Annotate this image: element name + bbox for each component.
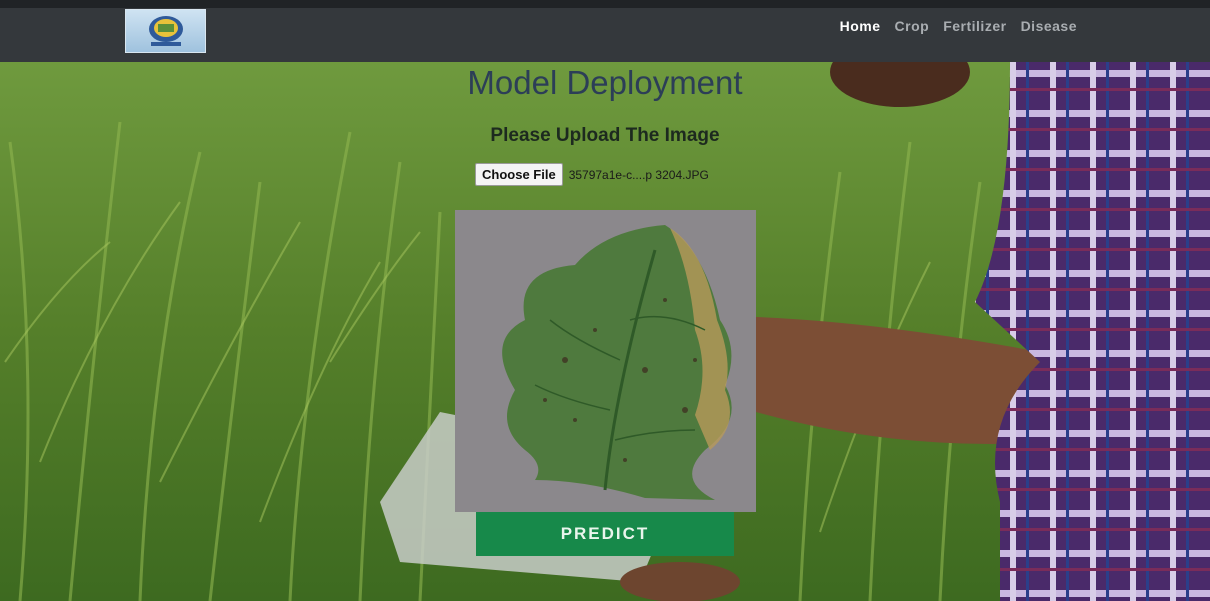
leaf-image xyxy=(455,210,756,512)
upload-heading: Please Upload The Image xyxy=(490,125,720,146)
selected-file-name: 35797a1e-c....p 3204.JPG xyxy=(568,167,709,182)
nav-link-disease[interactable]: Disease xyxy=(1021,18,1077,34)
nav-links: Home Crop Fertilizer Disease xyxy=(840,18,1077,34)
page-title: Model Deployment xyxy=(467,64,743,101)
choose-file-button[interactable]: Choose File xyxy=(475,163,563,186)
institution-logo-icon[interactable] xyxy=(125,9,206,53)
nav-link-fertilizer[interactable]: Fertilizer xyxy=(943,18,1006,34)
predict-button[interactable]: PREDICT xyxy=(476,512,734,556)
uploaded-image-preview xyxy=(455,210,756,512)
logo-emblem-icon xyxy=(148,16,183,46)
browser-top-strip xyxy=(0,0,1210,8)
file-input: Choose File 35797a1e-c....p 3204.JPG xyxy=(475,163,709,186)
nav-link-crop[interactable]: Crop xyxy=(895,18,930,34)
navbar: Home Crop Fertilizer Disease xyxy=(0,8,1210,62)
nav-link-home[interactable]: Home xyxy=(840,18,881,34)
